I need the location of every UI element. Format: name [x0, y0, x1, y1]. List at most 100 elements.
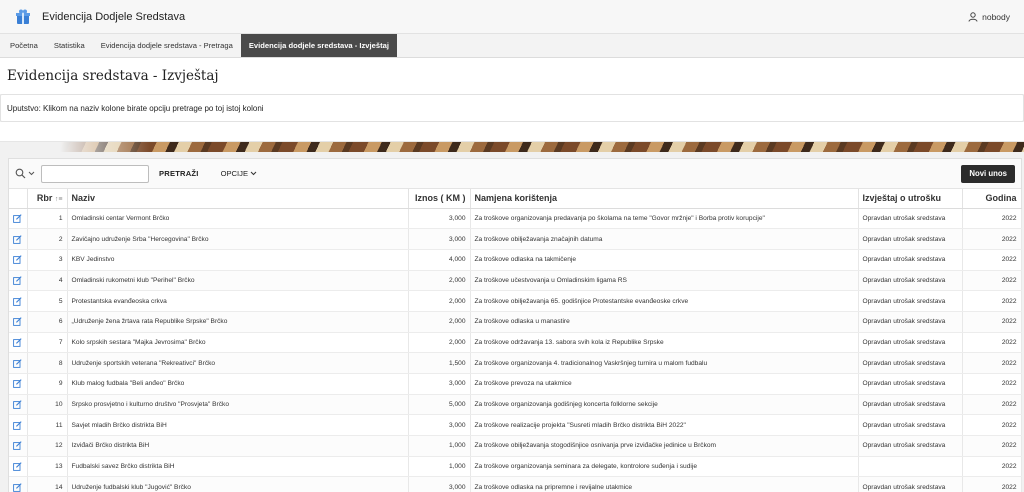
cell-izvjestaj: Opravdan utrošak sredstava [858, 414, 963, 437]
cell-namjena: Za troškove održavanja 13. sabora svih k… [470, 332, 859, 354]
column-header-namjena[interactable]: Namjena korištenja [470, 189, 859, 209]
table-row: 12 Izviđači Brčko distrikta BiH 1,000 Za tr… [9, 435, 1022, 457]
cell-rbr: 1 [27, 208, 68, 230]
search-button[interactable]: PRETRAŽI [159, 169, 199, 178]
cell-naziv: Izviđači Brčko distrikta BiH [67, 435, 409, 457]
cell-naziv: Omladinski centar Vermont Brčko [67, 208, 409, 230]
app-logo-icon[interactable] [14, 8, 32, 26]
column-header-izvjestaj[interactable]: Izvještaj o utrošku [858, 189, 963, 209]
cell-iznos: 5,000 [408, 394, 471, 416]
cell-rbr: 12 [27, 435, 68, 457]
cell-godina: 2022 [962, 270, 1022, 292]
column-header-naziv[interactable]: Naziv [67, 189, 409, 209]
cell-namjena: Za troškove organizovanja 4. tradicional… [470, 352, 859, 374]
edit-icon[interactable] [13, 317, 22, 327]
column-header-godina[interactable]: Godina [962, 189, 1022, 209]
table-row: 5 Protestantska evanđeoska crkva 2,000 Za t… [9, 290, 1022, 312]
table-row: 9 Klub malog fudbala "Beli anđeo" Brčko 3,… [9, 373, 1022, 395]
table-row: 7 Kolo srpskih sestara "Majka Jevrosima" … [9, 332, 1022, 354]
search-column-selector[interactable] [15, 165, 41, 183]
edit-icon[interactable] [13, 462, 22, 471]
cell-iznos: 2,000 [408, 311, 471, 333]
cell-rbr: 5 [27, 290, 68, 312]
cell-iznos: 2,000 [408, 290, 471, 312]
edit-icon[interactable] [13, 296, 22, 306]
cell-izvjestaj: Opravdan utrošak sredstava [858, 270, 963, 292]
cell-izvjestaj: Opravdan utrošak sredstava [858, 332, 963, 354]
cell-namjena: Za troškove realizacije projekta "Susret… [470, 414, 859, 437]
cell-godina: 2022 [962, 332, 1022, 354]
edit-icon[interactable] [13, 441, 22, 451]
cell-namjena: Za troškove odlaska u manastire [470, 311, 859, 333]
cell-edit [9, 311, 28, 333]
table-row: 10 Srpsko prosvjetno i kulturno društvo "… [9, 394, 1022, 416]
new-entry-button[interactable]: Novi unos [961, 164, 1015, 183]
table-header-row: Rbr ↑≡ Naziv Iznos ( KM ) Namjena korišt… [9, 189, 1022, 209]
cell-edit [9, 208, 28, 230]
actions-menu-button[interactable]: OPCIJE [221, 169, 257, 178]
nav-tab-pocetna[interactable]: Početna [2, 34, 46, 57]
cell-rbr: 10 [27, 394, 68, 416]
edit-icon[interactable] [13, 482, 22, 492]
cell-namjena: Za troškove obilježavanja značajnih datu… [470, 228, 859, 250]
edit-icon[interactable] [13, 234, 22, 244]
cell-iznos: 3,000 [408, 228, 471, 250]
actions-label: OPCIJE [220, 169, 249, 178]
cell-edit [9, 228, 28, 250]
cell-izvjestaj: Opravdan utrošak sredstava [858, 476, 963, 492]
cell-naziv: Zavičajno udruženje Srba "Hercegovina" B… [67, 228, 409, 250]
cell-izvjestaj: Opravdan utrošak sredstava [858, 435, 963, 457]
column-header-rbr-label: Rbr [36, 193, 53, 204]
app-title[interactable]: Evidencija Dodjele Sredstava [42, 11, 185, 23]
user-menu[interactable]: nobody [968, 12, 1010, 22]
cell-rbr: 7 [27, 332, 68, 354]
edit-icon[interactable] [13, 420, 22, 430]
cell-edit [9, 476, 28, 492]
cell-iznos: 2,000 [408, 270, 471, 292]
nav-tab-izvjestaj[interactable]: Evidencija dodjele sredstava - Izvještaj [240, 34, 397, 57]
edit-icon[interactable] [13, 276, 22, 285]
cell-rbr: 6 [27, 311, 68, 333]
nav-tab-pretraga[interactable]: Evidencija dodjele sredstava - Pretraga [93, 34, 241, 57]
cell-rbr: 13 [27, 456, 68, 478]
instructions-text: Uputstvo: Klikom na naziv kolone birate … [7, 103, 264, 113]
search-input[interactable] [41, 164, 149, 183]
report-region: PRETRAŽI OPCIJE Novi unos Rbr ↑≡ Naziv I… [8, 158, 1022, 492]
table-row: 2 Zavičajno udruženje Srba "Hercegovina" … [9, 228, 1022, 250]
cell-edit [9, 394, 28, 416]
table-row: 1 Omladinski centar Vermont Brčko 3,000 Za … [9, 208, 1022, 230]
cell-namjena: Za troškove obilježavanja 65. godišnjice… [470, 290, 859, 312]
table-row: 13 Fudbalski savez Brčko distrikta BiH 1,0… [9, 456, 1022, 478]
chevron-down-icon [250, 171, 257, 176]
table-body: 1 Omladinski centar Vermont Brčko 3,000 Za … [9, 208, 1022, 492]
table-row: 3 KBV Jedinstvo 4,000 Za troškove odlaska n… [9, 249, 1022, 271]
cell-iznos: 2,000 [408, 332, 471, 354]
instructions-box: Uputstvo: Klikom na naziv kolone birate … [0, 94, 1024, 122]
cell-naziv: „Udruženje žena žrtava rata Republike Sr… [67, 311, 409, 333]
cell-izvjestaj: Opravdan utrošak sredstava [858, 394, 963, 416]
edit-icon[interactable] [13, 379, 22, 389]
cell-namjena: Za troškove obilježavanja stogodišnjice … [470, 435, 859, 457]
edit-icon[interactable] [13, 358, 22, 368]
column-header-rbr[interactable]: Rbr ↑≡ [27, 189, 68, 209]
main-nav: Početna Statistika Evidencija dodjele sr… [0, 34, 1024, 58]
edit-icon[interactable] [13, 214, 22, 223]
cell-naziv: Protestantska evanđeoska crkva [67, 290, 409, 312]
nav-tab-statistika[interactable]: Statistika [46, 34, 93, 57]
cell-godina: 2022 [962, 228, 1022, 250]
cell-iznos: 4,000 [408, 249, 471, 271]
cell-naziv: Udruženje fudbalski klub "Jugović" Brčko [67, 476, 409, 492]
cell-naziv: Fudbalski savez Brčko distrikta BiH [67, 456, 409, 478]
page-header: Evidencija sredstava - Izvještaj [0, 58, 1024, 94]
cell-godina: 2022 [962, 290, 1022, 312]
edit-icon[interactable] [13, 255, 22, 265]
edit-icon[interactable] [13, 400, 22, 409]
column-header-iznos[interactable]: Iznos ( KM ) [408, 189, 471, 209]
cell-naziv: KBV Jedinstvo [67, 249, 409, 271]
cell-naziv: Srpsko prosvjetno i kulturno društvo "Pr… [67, 394, 409, 416]
cell-namjena: Za troškove odlaska na pripremne i revij… [470, 476, 859, 492]
edit-icon[interactable] [13, 338, 22, 347]
top-bar: Evidencija Dodjele Sredstava nobody [0, 0, 1024, 34]
cell-edit [9, 456, 28, 478]
cell-naziv: Savjet mladih Brčko distrikta BiH [67, 414, 409, 437]
